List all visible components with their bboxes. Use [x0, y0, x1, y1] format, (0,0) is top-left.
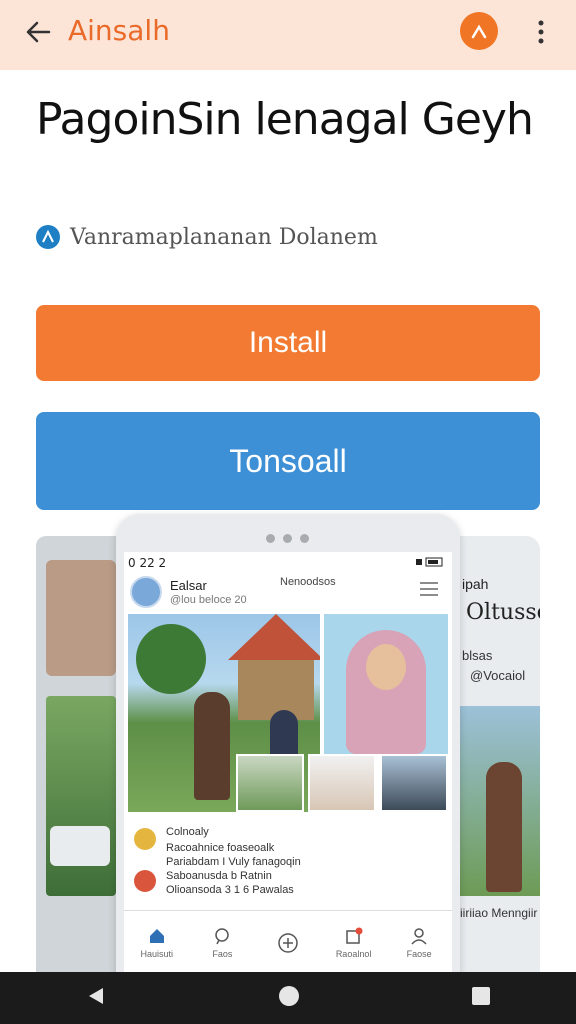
comment-line: Pariabdam I Vuly fanagoqin — [166, 856, 301, 868]
arrow-left-icon — [26, 21, 51, 43]
chat-bubble-icon — [215, 928, 230, 945]
system-nav-bar — [0, 972, 576, 1024]
back-button[interactable] — [18, 14, 58, 50]
app-title: PagoinSin lenagal Geyh — [36, 94, 534, 145]
comment-avatar — [134, 870, 156, 892]
nav-label: Raoalnol — [335, 949, 372, 959]
menu-icon[interactable] — [420, 582, 438, 596]
side-right-text-4: @Vocaiol — [470, 668, 526, 683]
nav-home[interactable]: Hauisuti — [124, 911, 190, 974]
triangle-back-icon — [89, 987, 103, 1004]
side-right-text-2: Oltusse — [466, 600, 540, 625]
photo-thumb-1[interactable] — [236, 754, 304, 812]
top-app-bar: Ainsalh — [0, 0, 576, 70]
nav-label: Faose — [406, 949, 432, 959]
post-center-label: Nenoodsos — [280, 576, 336, 588]
phone-screen: 0 22 2 Ealsar @lou beloce 20 Nenoodsos C… — [124, 552, 452, 974]
screenshot-left-partial — [36, 536, 126, 976]
comment-avatar — [134, 828, 156, 850]
system-back-button[interactable] — [85, 985, 107, 1012]
screenshot-carousel[interactable]: ipah Oltusse blsas @Vocaiol iiriiao Menn… — [36, 514, 540, 976]
add-circle-icon — [278, 933, 298, 953]
app-bottom-nav: Hauisuti Faos Raoalnol Faose — [124, 910, 452, 974]
photo-thumb-3[interactable] — [380, 754, 448, 812]
phone-camera-dots — [266, 534, 309, 543]
nav-add[interactable] — [255, 911, 321, 974]
close-x-icon — [471, 24, 487, 39]
battery-icon — [416, 557, 443, 567]
app-icon-button[interactable] — [460, 12, 498, 50]
status-time: 0 22 2 — [128, 556, 167, 570]
comment-line: Olioansoda 3 1 6 Pawalas — [166, 884, 294, 896]
side-right-text-1: ipah — [462, 576, 489, 592]
developer-icon — [36, 225, 60, 249]
more-vert-icon — [538, 20, 544, 44]
photo-thumb-2[interactable] — [308, 754, 376, 812]
status-icons — [416, 556, 446, 570]
nav-label: Faos — [212, 949, 233, 959]
developer-name: Vanramaplananan Dolanem — [70, 224, 378, 250]
profile-icon — [411, 928, 427, 945]
system-recents-button[interactable] — [471, 986, 491, 1011]
comment-line: Saboanusda b Ratnin — [166, 870, 272, 882]
avatar[interactable] — [130, 576, 162, 608]
nav-label: Hauisuti — [140, 949, 174, 959]
home-icon — [149, 929, 164, 943]
more-options-button[interactable] — [528, 14, 554, 50]
post-author-name: Ealsar — [170, 578, 207, 593]
side-right-text-5: iiriiao Menngiir — [460, 906, 538, 920]
screenshot-right-partial: ipah Oltusse blsas @Vocaiol iiriiao Menn… — [456, 536, 540, 976]
photo-grid — [128, 614, 448, 814]
photo-portrait[interactable] — [324, 614, 448, 754]
notifications-icon — [345, 927, 363, 944]
developer-row[interactable]: Vanramaplananan Dolanem — [36, 224, 378, 250]
post-author-handle: @lou beloce 20 — [170, 594, 247, 606]
photo-thumbnails — [236, 754, 448, 812]
phone-mockup: 0 22 2 Ealsar @lou beloce 20 Nenoodsos C… — [116, 514, 460, 974]
nav-notifications[interactable]: Raoalnol — [321, 911, 387, 974]
nav-chat[interactable]: Faos — [190, 911, 256, 974]
system-home-button[interactable] — [277, 984, 301, 1013]
topbar-title: Ainsalh — [68, 14, 170, 47]
nav-profile[interactable]: Faose — [386, 911, 452, 974]
install-button[interactable]: Install — [36, 305, 540, 381]
post-header: Ealsar @lou beloce 20 Nenoodsos — [130, 576, 446, 614]
secondary-button[interactable]: Tonsoall — [36, 412, 540, 510]
square-recents-icon — [472, 986, 490, 1005]
comment-line: Racoahnice foaseoalk — [166, 842, 275, 854]
side-right-text-3: blsas — [462, 648, 493, 663]
circle-home-icon — [279, 985, 299, 1006]
comment-title: Colnoaly — [166, 826, 209, 838]
